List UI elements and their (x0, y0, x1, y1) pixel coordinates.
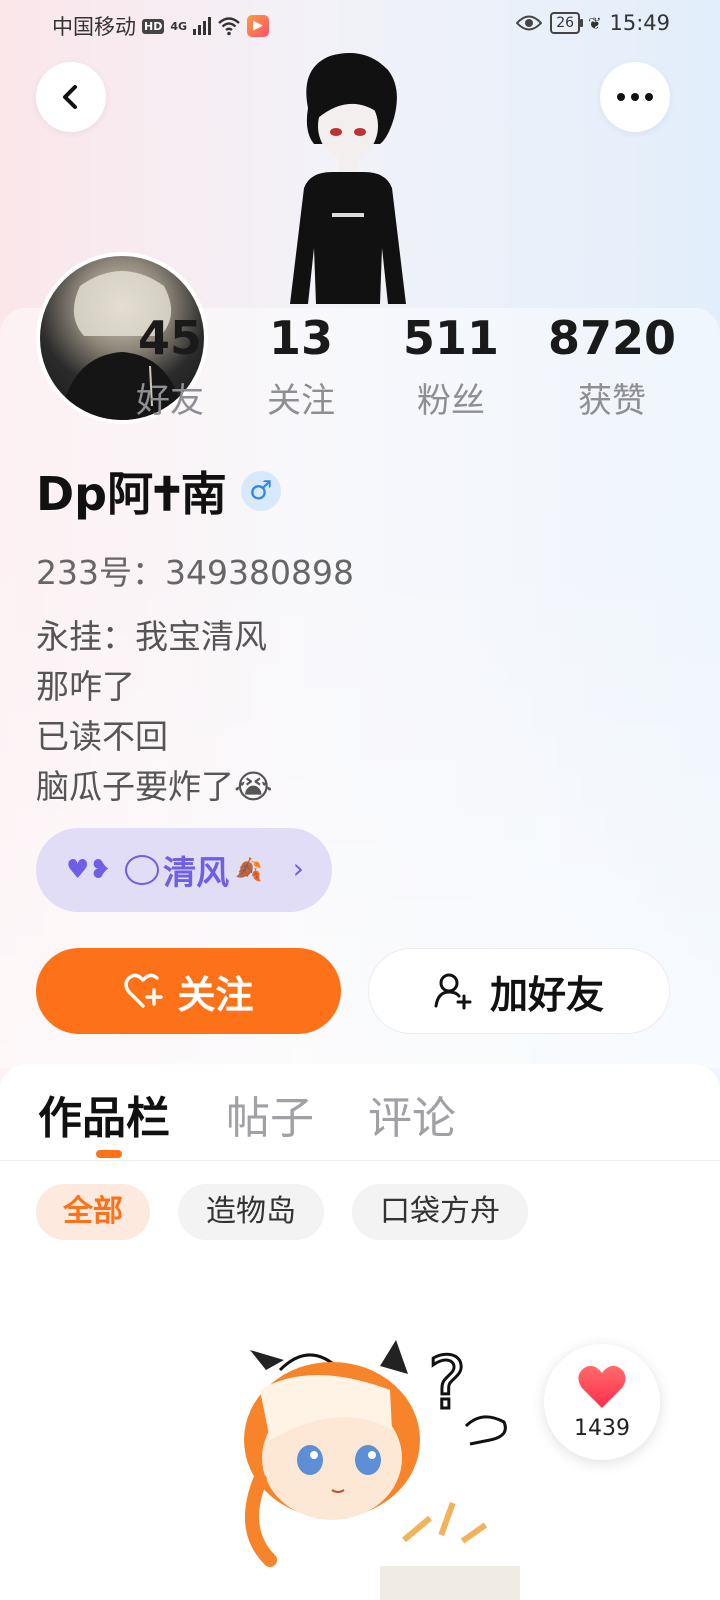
stat-fans[interactable]: 511 粉丝 (381, 312, 521, 426)
follow-button[interactable]: 关注 (36, 948, 341, 1034)
status-bar: 中国移动 HD 4G ▶ 26 ❦ 15:49 (0, 0, 720, 48)
divider (0, 1160, 720, 1161)
user-id: 233号：349380898 (36, 546, 354, 594)
heart-plus-icon (124, 973, 164, 1008)
face-icon (125, 855, 160, 885)
add-friend-label: 加好友 (489, 972, 604, 1017)
stat-value: 511 (402, 311, 500, 365)
stat-value: 45 (137, 311, 202, 365)
network-type: 4G (170, 19, 188, 33)
filter-all[interactable]: 全部 (36, 1184, 150, 1240)
more-dots-icon (617, 93, 653, 101)
filter-creation-island[interactable]: 造物岛 (178, 1184, 324, 1240)
more-options-button[interactable] (600, 62, 670, 132)
active-tab-indicator (96, 1150, 122, 1158)
back-button[interactable] (36, 62, 106, 132)
stat-label: 粉丝 (417, 381, 485, 421)
carrier-name: 中国移动 (52, 15, 136, 39)
clock: 15:49 (609, 11, 670, 35)
double-heart-icon: ♥❥ (66, 855, 112, 885)
stat-label: 好友 (136, 381, 204, 421)
eye-icon (516, 15, 543, 31)
filter-pocket-ark[interactable]: 口袋方舟 (352, 1184, 528, 1240)
like-count: 1439 (574, 1416, 630, 1441)
wifi-icon (218, 17, 240, 36)
bio-line: 已读不回 (36, 717, 168, 756)
user-id-value: 349380898 (165, 553, 354, 592)
empty-state-mascot-image: ? (244, 1340, 520, 1600)
male-gender-icon: ♂ (240, 471, 281, 511)
bio-line: 那咋了 (36, 667, 135, 706)
couple-name: 清风 (163, 853, 230, 892)
name-row: Dp阿🕇南 ♂ (36, 458, 281, 524)
heart-icon (578, 1365, 626, 1408)
stat-value: 8720 (547, 311, 677, 365)
stat-following[interactable]: 13 关注 (231, 312, 371, 426)
stat-value: 13 (268, 311, 333, 365)
stat-label: 关注 (267, 381, 335, 421)
bio-line: 脑瓜子要炸了😭 (36, 767, 273, 806)
user-name: Dp阿🕇南 (36, 467, 227, 521)
add-user-icon (434, 973, 472, 1010)
tab-works[interactable]: 作品栏 (38, 1082, 170, 1146)
stat-likes[interactable]: 8720 获赞 (542, 312, 682, 426)
bio: 永挂：我宝清风 那咋了 已读不回 脑瓜子要炸了😭 (36, 612, 273, 812)
character-avatar-image (290, 53, 406, 304)
follow-label: 关注 (177, 972, 254, 1017)
chevron-right-icon: › (292, 852, 304, 885)
tab-posts[interactable]: 帖子 (226, 1082, 314, 1146)
add-friend-button[interactable]: 加好友 (368, 948, 670, 1034)
like-button[interactable]: 1439 (544, 1344, 660, 1460)
hd-icon: HD (142, 18, 165, 34)
svg-text:?: ? (428, 1341, 466, 1425)
leaf-icon: ❦ (588, 13, 602, 33)
bio-line: 永挂：我宝清风 (36, 617, 267, 656)
chevron-left-icon (63, 85, 77, 109)
stat-label: 获赞 (578, 381, 646, 421)
battery-icon: 26 (550, 12, 583, 34)
couple-tag-button[interactable]: ♥❥ 清风 🍂 › (36, 828, 332, 912)
user-id-label: 233号： (36, 553, 165, 592)
app-notification-icon: ▶ (247, 15, 270, 37)
tab-comments[interactable]: 评论 (368, 1082, 456, 1146)
leaf-icon: 🍂 (235, 857, 263, 883)
stat-friends[interactable]: 45 好友 (100, 312, 240, 426)
signal-icon (193, 17, 212, 35)
